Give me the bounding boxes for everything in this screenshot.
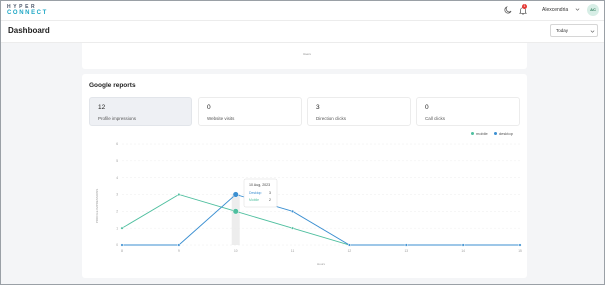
data-point-mobile	[232, 208, 239, 215]
x-tick-label: 8	[121, 249, 123, 253]
y-tick-label: 1	[116, 226, 118, 230]
data-point-desktop	[347, 243, 351, 247]
x-axis-title: Hours	[317, 262, 326, 266]
x-tick-label: 14	[461, 249, 465, 253]
y-tick-label: 2	[116, 210, 118, 214]
data-point-desktop	[177, 243, 181, 247]
x-tick-label: 11	[291, 249, 295, 253]
tooltip-row-value: 2	[269, 198, 271, 202]
data-point-desktop	[404, 243, 408, 247]
y-tick-label: 4	[116, 176, 118, 180]
y-tick-label: 3	[116, 193, 118, 197]
series-line-desktop	[122, 193, 520, 246]
data-point-mobile	[120, 226, 124, 230]
data-point-desktop	[232, 191, 239, 198]
profile-impressions-chart: 01234568 9 10 11 12 13 14 15PROFILE IMPRESSIONS…	[95, 142, 522, 266]
series-line-mobile	[121, 194, 520, 246]
tooltip-title: 10 Aug, 2023	[249, 183, 270, 187]
data-point-desktop	[518, 243, 522, 247]
data-point-desktop	[291, 209, 295, 213]
y-axis-title: PROFILE IMPRESSIONS	[95, 189, 99, 224]
y-tick-label: 6	[116, 142, 118, 146]
x-tick-label: 15	[518, 249, 522, 253]
x-tick-label: 10	[234, 249, 238, 253]
tooltip-row-name: Mobile	[249, 198, 259, 202]
x-tick-label: 9	[178, 249, 180, 253]
hover-column	[231, 194, 240, 245]
tooltip-row-value: 3	[269, 191, 271, 195]
data-point-mobile	[291, 226, 295, 230]
data-point-desktop	[461, 243, 465, 247]
x-tick-label: 12	[348, 249, 352, 253]
tooltip-row-name: Desktop	[249, 191, 262, 195]
data-point-mobile	[177, 192, 181, 197]
data-point-desktop	[120, 243, 124, 247]
y-tick-label: 0	[116, 243, 118, 247]
x-tick-label: 13	[405, 249, 409, 253]
y-tick-label: 5	[116, 159, 118, 163]
